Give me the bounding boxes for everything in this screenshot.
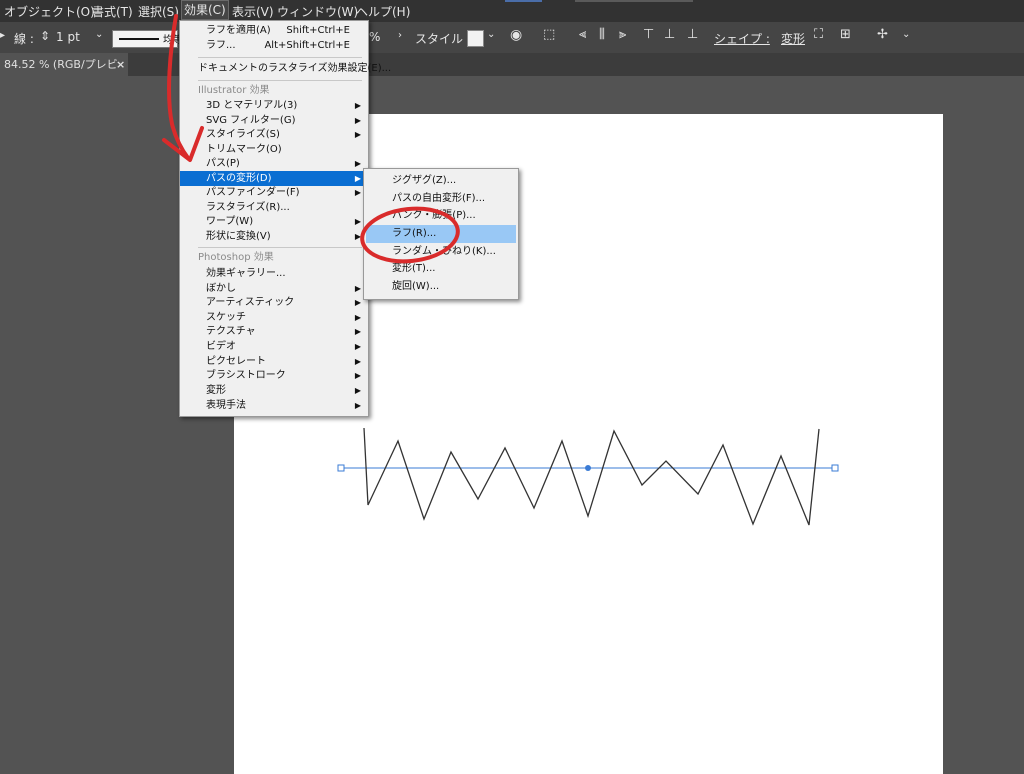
annotation-overlay xyxy=(162,14,460,264)
annotation-circle xyxy=(360,206,460,264)
arrowhead-icon xyxy=(162,126,204,162)
annotation-arrow xyxy=(167,14,190,160)
